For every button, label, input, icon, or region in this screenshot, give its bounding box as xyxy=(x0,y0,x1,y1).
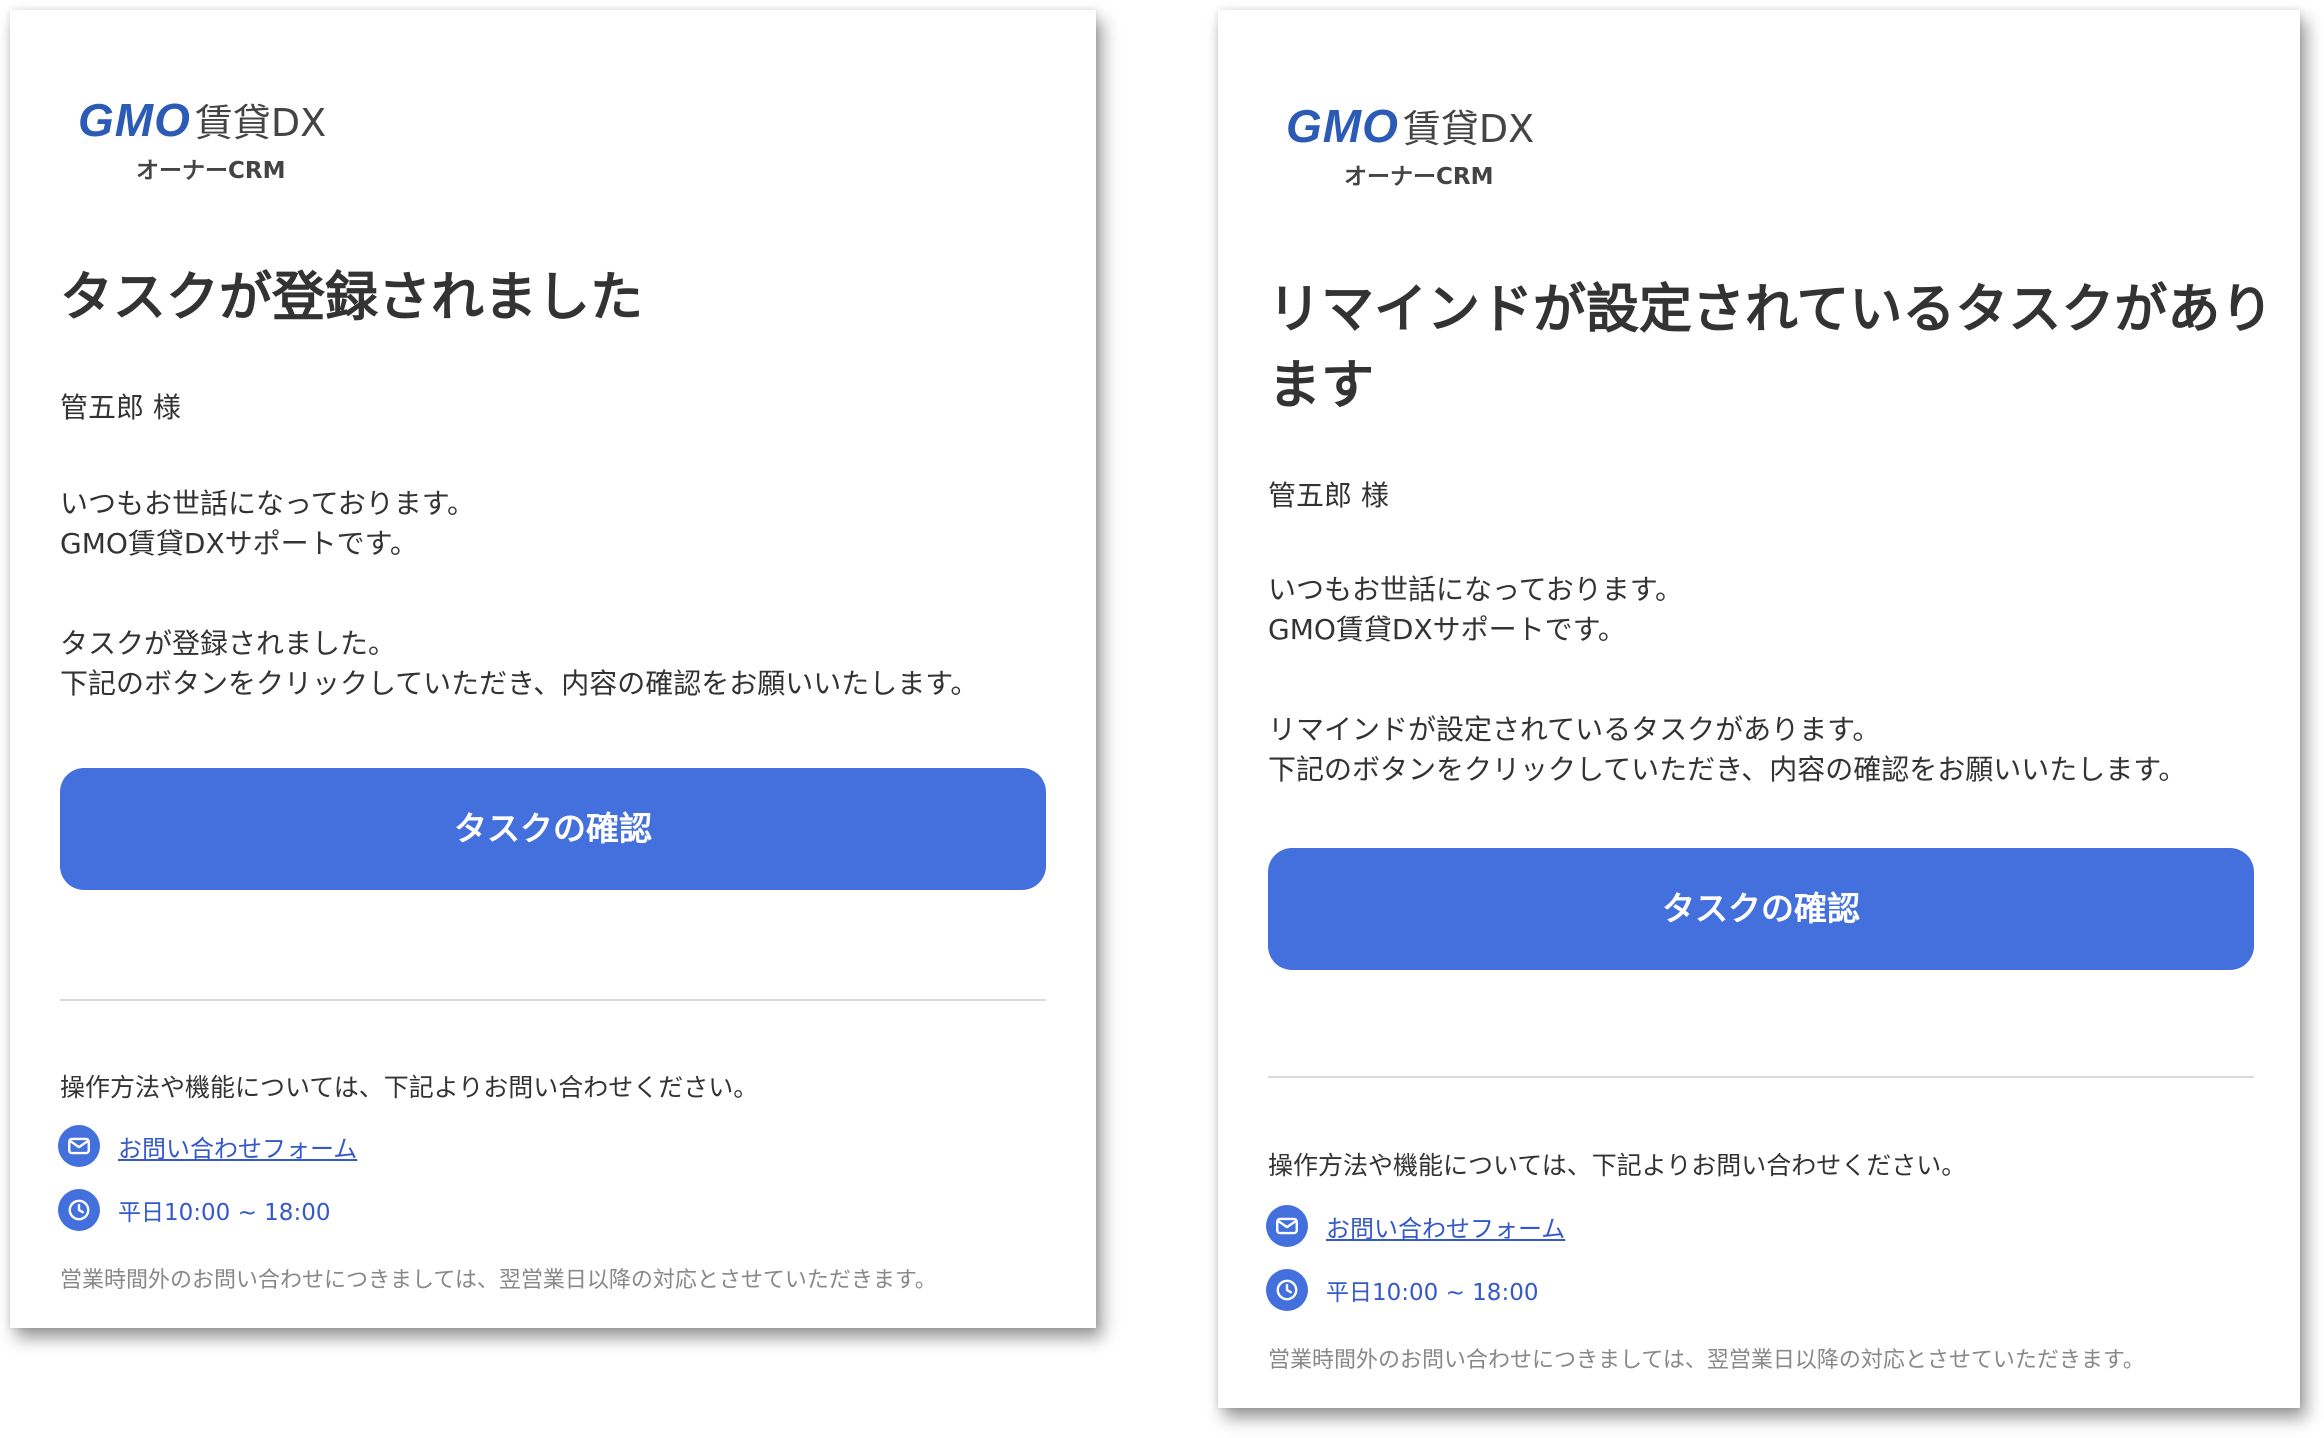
headline-line: リマインドが設定されているタスクがあり xyxy=(1268,279,2274,340)
confirm-task-button[interactable]: タスクの確認 xyxy=(60,768,1046,890)
clock-icon xyxy=(58,1189,100,1231)
email-card-task-reminder: GMO 賃貸DX オーナーCRM リマインドが設定されているタスクがあり ます … xyxy=(1218,10,2300,1408)
email-card-task-registered: GMO 賃貸DX オーナーCRM タスクが登録されました 管五郎 様 いつもお世… xyxy=(10,10,1096,1328)
mail-icon xyxy=(1266,1205,1308,1247)
hours-footnote: 営業時間外のお問い合わせにつきましては、翌営業日以降の対応とさせていただきます。 xyxy=(60,1268,937,1293)
contact-intro: 操作方法や機能については、下記よりお問い合わせください。 xyxy=(60,1073,759,1102)
gmo-logo: GMO 賃貸DX オーナーCRM xyxy=(1286,98,1534,208)
hours-footnote: 営業時間外のお問い合わせにつきましては、翌営業日以降の対応とさせていただきます。 xyxy=(1268,1348,2145,1373)
greeting-line: いつもお世話になっております。 xyxy=(1268,573,1683,606)
logo-brand: GMO xyxy=(78,94,191,146)
business-hours-row: 平日10:00 ~ 18:00 xyxy=(1266,1268,1538,1312)
recipient-name: 管五郎 様 xyxy=(60,391,181,424)
contact-intro: 操作方法や機能については、下記よりお問い合わせください。 xyxy=(1268,1151,1967,1180)
logo-brand: GMO xyxy=(1286,100,1399,152)
email-headline: タスクが登録されました xyxy=(60,260,1060,336)
greeting-line: GMO賃貸DXサポートです。 xyxy=(1268,613,1626,646)
body-line: 下記のボタンをクリックしていただき、内容の確認をお願いいたします。 xyxy=(60,667,979,700)
headline-text: タスクが登録されました xyxy=(60,267,643,328)
confirm-task-button[interactable]: タスクの確認 xyxy=(1268,848,2254,970)
gmo-logo: GMO 賃貸DX オーナーCRM xyxy=(78,92,326,202)
contact-form-row: お問い合わせフォーム xyxy=(58,1124,357,1168)
business-hours-row: 平日10:00 ~ 18:00 xyxy=(58,1188,330,1232)
logo-subtitle: オーナーCRM xyxy=(136,158,286,184)
footer-divider xyxy=(1268,1076,2254,1078)
clock-icon xyxy=(1266,1269,1308,1311)
body-line: 下記のボタンをクリックしていただき、内容の確認をお願いいたします。 xyxy=(1268,753,2187,786)
business-hours: 平日10:00 ~ 18:00 xyxy=(1326,1280,1539,1306)
logo-product: 賃貸DX xyxy=(194,101,327,145)
email-headline: リマインドが設定されているタスクがあり ます xyxy=(1268,272,2278,424)
mail-icon xyxy=(58,1125,100,1167)
footer-divider xyxy=(60,999,1046,1001)
contact-form-row: お問い合わせフォーム xyxy=(1266,1204,1565,1248)
body-line: リマインドが設定されているタスクがあります。 xyxy=(1268,713,1881,746)
greeting-line: いつもお世話になっております。 xyxy=(60,487,475,520)
recipient-name: 管五郎 様 xyxy=(1268,479,1389,512)
headline-line: ます xyxy=(1268,355,1374,416)
logo-product: 賃貸DX xyxy=(1402,107,1535,151)
contact-form-link[interactable]: お問い合わせフォーム xyxy=(118,1129,357,1164)
contact-form-link[interactable]: お問い合わせフォーム xyxy=(1326,1209,1565,1244)
business-hours: 平日10:00 ~ 18:00 xyxy=(118,1200,331,1226)
logo-subtitle: オーナーCRM xyxy=(1344,164,1494,190)
body-line: タスクが登録されました。 xyxy=(60,627,397,660)
greeting-line: GMO賃貸DXサポートです。 xyxy=(60,527,418,560)
